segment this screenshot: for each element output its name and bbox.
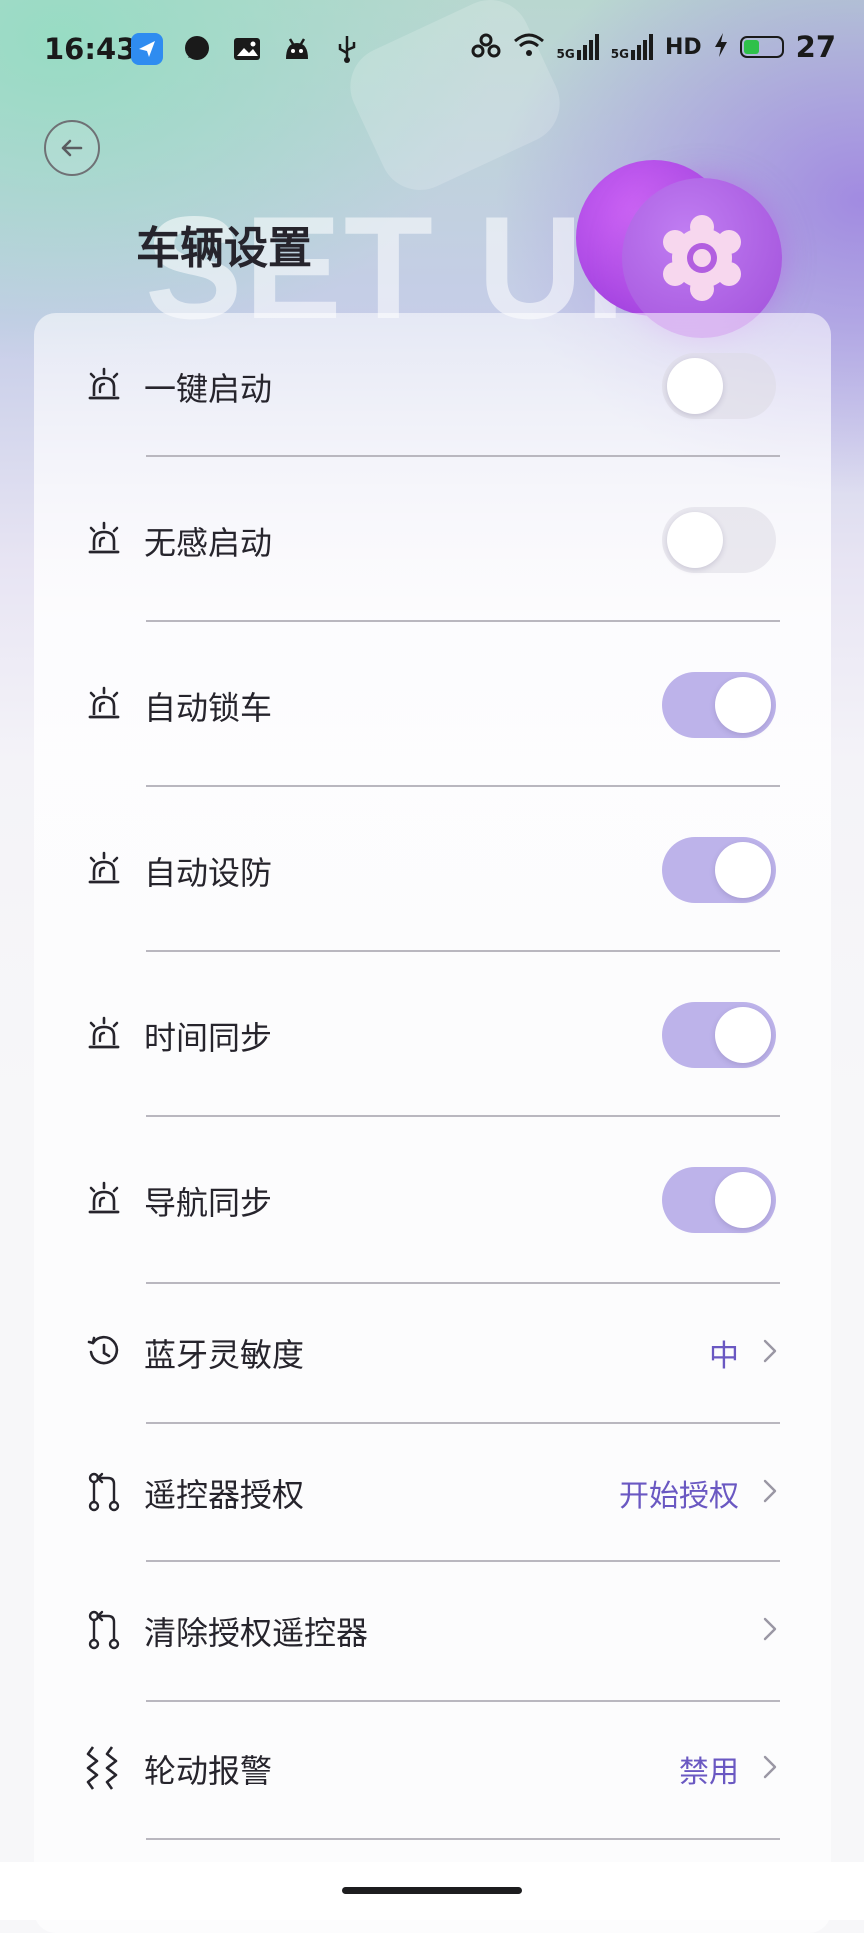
divider	[146, 1700, 780, 1702]
pair-icon	[84, 1610, 124, 1650]
siren-icon	[84, 1015, 124, 1055]
divider	[146, 1282, 780, 1284]
setting-value[interactable]: 开始授权	[619, 1471, 739, 1515]
divider	[146, 785, 780, 787]
setting-label: 一键启动	[144, 370, 273, 408]
battery-icon	[739, 36, 784, 58]
network-type-label: 5G	[610, 47, 629, 61]
chevron-right-icon[interactable]	[758, 1614, 782, 1644]
siren-icon	[84, 366, 124, 406]
siren-icon	[84, 520, 124, 560]
siren-icon	[84, 685, 124, 725]
chevron-right-icon[interactable]	[758, 1336, 782, 1366]
system-status: 5G 5G HD 27	[471, 30, 836, 64]
gear-icon	[663, 215, 741, 301]
divider	[146, 1422, 780, 1424]
toggle-knob	[715, 1007, 771, 1063]
signal-2: 5G	[611, 34, 653, 60]
hotspot-icon	[471, 31, 501, 63]
chat-bubble-icon	[180, 32, 214, 66]
toggle-knob	[667, 512, 723, 568]
setting-label: 自动设防	[144, 854, 273, 892]
setting-label: 导航同步	[144, 1184, 273, 1222]
toggle-knob	[667, 358, 723, 414]
battery-percent: 27	[795, 30, 836, 64]
divider	[146, 1115, 780, 1117]
siren-icon	[84, 850, 124, 890]
arrow-left-icon	[61, 139, 83, 157]
divider	[146, 620, 780, 622]
divider	[146, 1838, 780, 1840]
setting-toggle[interactable]	[662, 837, 776, 903]
home-indicator[interactable]	[342, 1887, 522, 1894]
divider	[146, 455, 780, 457]
setting-toggle[interactable]	[662, 1002, 776, 1068]
setting-toggle[interactable]	[662, 1167, 776, 1233]
signal-bars-icon	[630, 34, 653, 60]
hd-voice-label: HD	[664, 34, 702, 60]
signal-1: 5G	[557, 34, 599, 60]
notification-icons	[130, 32, 364, 66]
back-button[interactable]	[44, 120, 100, 176]
network-type-label: 5G	[556, 47, 575, 61]
divider	[146, 1560, 780, 1562]
setting-label: 轮动报警	[144, 1752, 273, 1790]
setting-toggle[interactable]	[662, 672, 776, 738]
vibration-icon	[84, 1746, 124, 1790]
siren-icon	[84, 1180, 124, 1220]
navigation-app-icon	[130, 32, 164, 66]
setting-label: 时间同步	[144, 1019, 273, 1057]
page-title: 车辆设置	[136, 223, 312, 274]
status-time: 16:43	[44, 32, 137, 66]
setting-label: 自动锁车	[144, 689, 273, 727]
setting-label: 清除授权遥控器	[144, 1614, 369, 1652]
toggle-knob	[715, 1172, 771, 1228]
setting-toggle[interactable]	[662, 507, 776, 573]
setting-label: 蓝牙灵敏度	[144, 1336, 305, 1374]
chevron-right-icon[interactable]	[758, 1476, 782, 1506]
setting-label: 遥控器授权	[144, 1476, 305, 1514]
battery-fill	[743, 40, 759, 54]
toggle-knob	[715, 677, 771, 733]
pair-icon	[84, 1472, 124, 1512]
toggle-knob	[715, 842, 771, 898]
setting-value[interactable]: 中	[709, 1331, 739, 1375]
history-icon	[84, 1332, 124, 1372]
android-icon	[280, 32, 314, 66]
signal-bars-icon	[576, 34, 599, 60]
wifi-icon	[513, 32, 545, 62]
status-bar: 16:43 5G 5G HD 27	[0, 0, 864, 100]
gallery-icon	[230, 32, 264, 66]
setting-value[interactable]: 禁用	[679, 1747, 739, 1791]
usb-icon	[330, 32, 364, 66]
settings-card: 一键启动无感启动自动锁车自动设防时间同步导航同步蓝牙灵敏度 中遥控器授权 开始授权清…	[34, 313, 831, 1933]
chevron-right-icon[interactable]	[758, 1752, 782, 1782]
charging-bolt-icon	[714, 33, 728, 61]
divider	[146, 950, 780, 952]
setting-toggle[interactable]	[662, 353, 776, 419]
setting-label: 无感启动	[144, 524, 273, 562]
